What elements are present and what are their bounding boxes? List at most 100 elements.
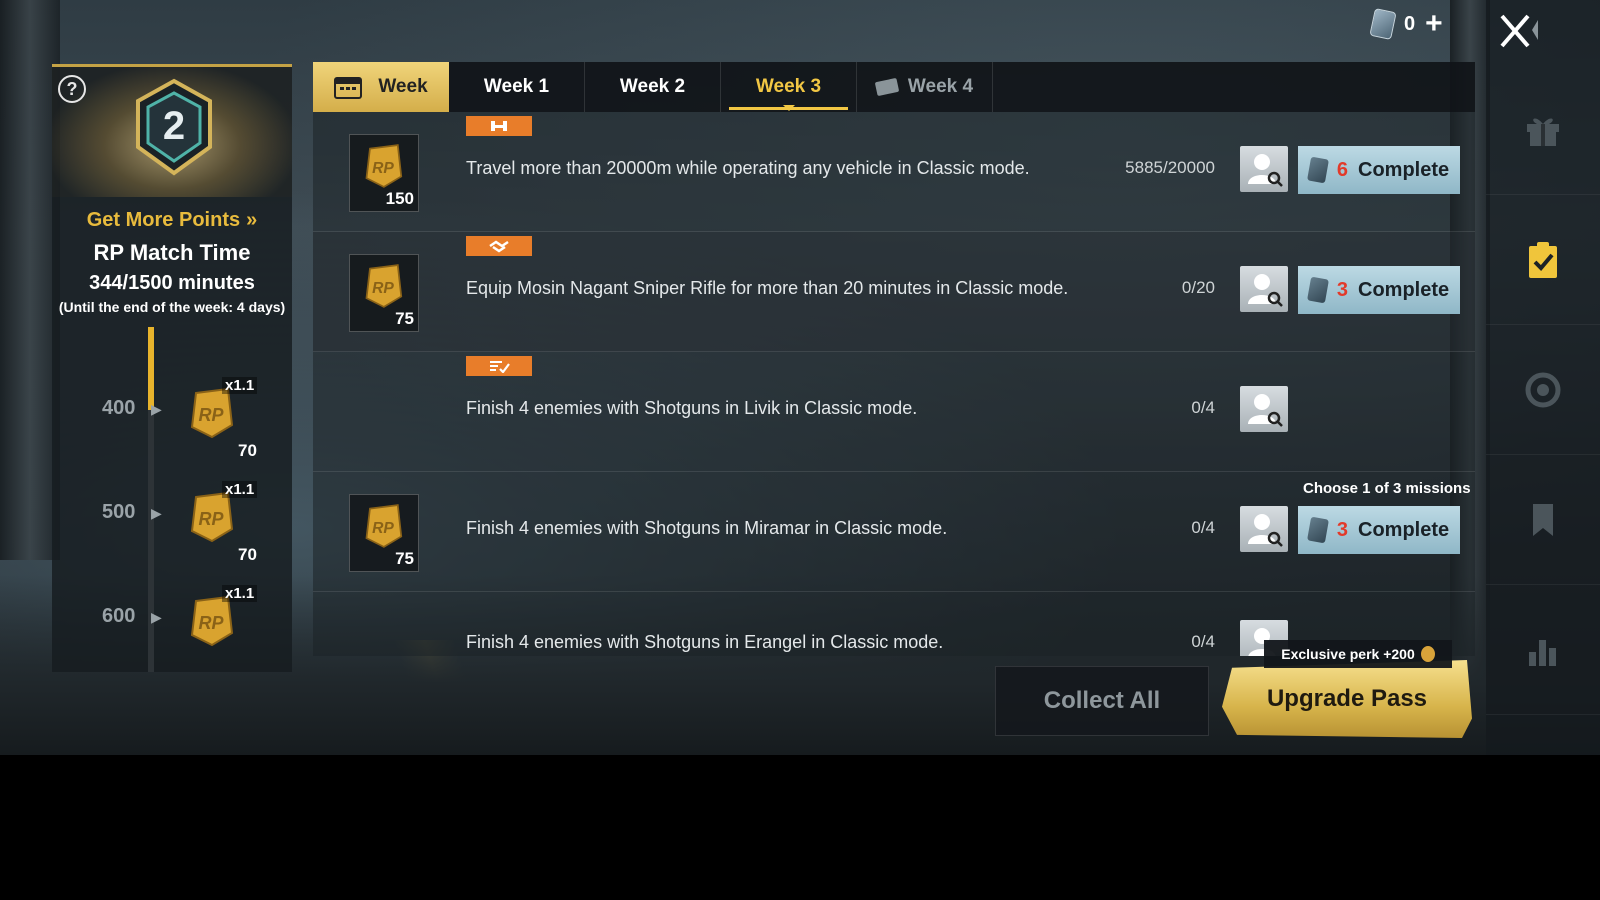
level-reward: 70: [238, 545, 257, 564]
quick-complete-button[interactable]: 3 Complete: [1298, 266, 1460, 314]
upgrade-pass-label: Upgrade Pass: [1266, 685, 1428, 712]
svg-text:RP: RP: [372, 280, 394, 297]
level-arrow-icon: ▶: [151, 505, 162, 521]
rail-gift[interactable]: [1486, 65, 1600, 195]
tab-week-3[interactable]: Week 3: [721, 62, 857, 112]
choose-missions-label: Choose 1 of 3 missions: [1303, 480, 1471, 497]
bookmark-icon: [1533, 503, 1553, 536]
tab-week-1-label: Week 1: [483, 76, 550, 97]
level-number: 500: [102, 501, 136, 523]
rp-coin-icon: RP: [190, 491, 234, 543]
rp-coin-icon: RP: [365, 264, 403, 308]
upgrade-pass-group: Upgrade Pass Exclusive perk +200: [1222, 640, 1472, 744]
currency-bar: 0 +: [1369, 8, 1443, 40]
reward-box: RP 75: [349, 254, 419, 332]
svg-text:RP: RP: [198, 613, 224, 633]
season-badge-area: ? 2: [52, 67, 292, 197]
person-search-icon: [1248, 274, 1283, 307]
find-teammate-button[interactable]: [1240, 506, 1288, 552]
quick-complete-button[interactable]: 3 Complete: [1298, 506, 1460, 554]
rail-stats[interactable]: [1486, 585, 1600, 715]
rp-coin-icon: RP: [190, 595, 234, 647]
tab-week-1[interactable]: Week 1: [449, 62, 585, 112]
coupon-icon: [1306, 156, 1329, 184]
level-number: 600: [102, 605, 136, 627]
level-row[interactable]: 400 ▶ RP x1.1 70: [52, 377, 292, 477]
reward-amount: 75: [395, 309, 414, 328]
coupon-icon: [1306, 276, 1329, 304]
mission-description: Finish 4 enemies with Shotguns in Erange…: [466, 632, 944, 652]
category-tag: [466, 116, 532, 136]
find-teammate-button[interactable]: [1240, 266, 1288, 312]
coupon-count: 0: [1404, 12, 1416, 35]
svg-text:2: 2: [163, 104, 185, 148]
get-more-points-link[interactable]: Get More Points»: [52, 209, 292, 232]
rp-points-panel: ? 2 Get More Points» RP Match Time 344/1…: [52, 64, 292, 672]
person-search-icon: [1248, 154, 1283, 187]
tab-week-4[interactable]: Week 4: [857, 62, 993, 112]
mission-progress: 0/4: [1191, 518, 1215, 537]
rp-progress: 344/1500 minutes: [89, 272, 255, 294]
mission-list[interactable]: RP 150 Travel more than 20000m while ope…: [313, 112, 1475, 656]
quick-complete-button[interactable]: 6 Complete: [1298, 146, 1460, 194]
tab-week[interactable]: Week: [313, 62, 449, 112]
double-chevron-right-icon: »: [246, 209, 258, 231]
add-currency-button[interactable]: +: [1425, 9, 1443, 39]
complete-label: Complete: [1358, 278, 1450, 301]
perk-label: Exclusive perk +200: [1281, 646, 1415, 662]
mission-row: Finish 4 enemies with Shotguns in Livik …: [313, 352, 1475, 472]
locked-ticket-icon: [874, 77, 900, 97]
mission-row: RP 150 Travel more than 20000m while ope…: [313, 112, 1475, 232]
multiplier-badge: x1.1: [222, 377, 258, 394]
week-tabs: Week Week 1 Week 2 Week 3 Week 4: [313, 62, 1475, 112]
svg-text:RP: RP: [198, 405, 224, 425]
collect-all-button[interactable]: Collect All: [995, 666, 1209, 736]
rail-refresh[interactable]: [1486, 325, 1600, 455]
get-more-points-label: Get More Points: [86, 209, 241, 231]
mission-progress: 0/4: [1191, 632, 1215, 651]
level-row[interactable]: 600 ▶ RP x1.1: [52, 585, 292, 672]
rp-coin-icon: [1420, 646, 1435, 662]
tab-week-4-label: Week 4: [907, 76, 974, 97]
mission-description: Finish 4 enemies with Shotguns in Livik …: [466, 398, 918, 418]
rp-coin-icon: RP: [365, 144, 403, 188]
complete-cost: 6: [1336, 158, 1348, 181]
mission-row: RP 75 Equip Mosin Nagant Sniper Rifle fo…: [313, 232, 1475, 352]
handshake-icon: [489, 240, 509, 253]
checklist-icon: [490, 361, 510, 373]
rp-coin-icon: RP: [365, 504, 403, 548]
rp-coin-icon: RP: [190, 387, 234, 439]
reward-box: RP 150: [349, 134, 419, 212]
multiplier-badge: x1.1: [222, 481, 258, 498]
mission-progress: 5885/20000: [1125, 158, 1215, 177]
mission-description: Equip Mosin Nagant Sniper Rifle for more…: [466, 278, 1069, 298]
close-icon[interactable]: [1498, 12, 1548, 52]
coupon-icon: [1306, 516, 1329, 544]
rail-missions[interactable]: [1486, 195, 1600, 325]
tier-badge-icon: 2: [136, 78, 212, 176]
mission-description: Finish 4 enemies with Shotguns in Mirama…: [466, 518, 948, 538]
exclusive-perk-badge: Exclusive perk +200: [1264, 640, 1452, 668]
find-teammate-button[interactable]: [1240, 386, 1288, 432]
refresh-icon: [1525, 372, 1561, 407]
help-icon[interactable]: ?: [58, 75, 86, 103]
tab-week-3-label: Week 3: [755, 76, 822, 97]
level-row[interactable]: 500 ▶ RP x1.1 70: [52, 481, 292, 581]
tab-week-2-label: Week 2: [619, 76, 686, 97]
reward-amount: 150: [385, 189, 414, 208]
rail-bookmark[interactable]: [1486, 455, 1600, 585]
multiplier-badge: x1.1: [222, 585, 258, 602]
svg-text:RP: RP: [372, 160, 394, 177]
gift-icon: [1527, 118, 1559, 146]
reward-box: RP 75: [349, 494, 419, 572]
upgrade-pass-button[interactable]: Upgrade Pass: [1222, 660, 1472, 738]
tab-week-2[interactable]: Week 2: [585, 62, 721, 112]
mission-progress: 0/20: [1181, 278, 1215, 297]
tab-week-label: Week: [378, 76, 428, 97]
mission-description: Travel more than 20000m while operating …: [466, 158, 1030, 178]
category-tag: [466, 236, 532, 256]
reward-amount: 75: [395, 549, 414, 568]
find-teammate-button[interactable]: [1240, 146, 1288, 192]
level-arrow-icon: ▶: [151, 609, 162, 625]
rp-until: (Until the end of the week: 4 days): [58, 299, 286, 315]
